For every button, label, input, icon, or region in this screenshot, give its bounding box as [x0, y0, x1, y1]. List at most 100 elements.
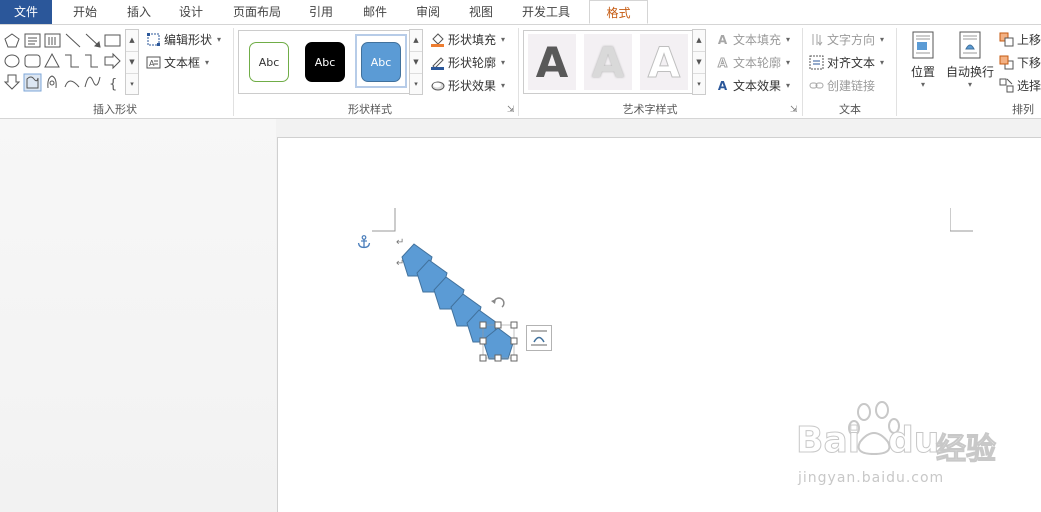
- text-box-button[interactable]: A 文本框 ▾: [146, 54, 209, 71]
- gallery-up-icon[interactable]: ▲: [126, 30, 138, 52]
- gallery-down-icon[interactable]: ▼: [126, 52, 138, 74]
- tab-review[interactable]: 审阅: [405, 0, 451, 24]
- wordart-style-dark[interactable]: A: [528, 34, 576, 90]
- text-effects-button[interactable]: A 文本效果 ▾: [715, 77, 790, 94]
- gallery-down-icon[interactable]: ▼: [410, 52, 422, 74]
- pentagon-shape-icon: [4, 33, 20, 48]
- resize-handle[interactable]: [510, 337, 518, 345]
- group-label-shape-styles: 形状样式: [348, 103, 392, 116]
- wordart-style-outline[interactable]: A: [640, 34, 688, 90]
- wrap-text-icon: [959, 31, 981, 59]
- dialog-launcher-icon[interactable]: ⇲: [790, 105, 798, 115]
- scribble-shape-icon: [84, 76, 101, 88]
- tab-mailings[interactable]: 邮件: [352, 0, 398, 24]
- resize-handle[interactable]: [510, 321, 518, 329]
- shape-effects-button[interactable]: 形状效果 ▾: [430, 77, 505, 94]
- rotate-handle-icon[interactable]: [491, 297, 505, 308]
- group-label-wordart-styles: 艺术字样式: [622, 103, 678, 116]
- text-direction-label: 文字方向: [827, 33, 876, 47]
- wordart-gallery-scroll[interactable]: ▲ ▼ ▾: [692, 29, 706, 95]
- send-backward-icon: [999, 55, 1014, 70]
- chevron-down-icon: ▾: [786, 81, 791, 90]
- tab-home[interactable]: 开始: [62, 0, 108, 24]
- tab-design[interactable]: 设计: [168, 0, 214, 24]
- tab-file[interactable]: 文件: [0, 0, 52, 24]
- shape-gallery: {: [3, 31, 123, 95]
- text-box-icon: A: [146, 55, 161, 70]
- chevron-down-icon: ▾: [920, 80, 925, 89]
- chevron-down-icon: ▾: [786, 58, 791, 67]
- shape-outline-label: 形状轮廓: [448, 56, 497, 70]
- tab-page-layout[interactable]: 页面布局: [225, 0, 289, 24]
- tab-insert[interactable]: 插入: [116, 0, 162, 24]
- style-swatch-blue[interactable]: Abc: [361, 42, 401, 82]
- resize-handle[interactable]: [479, 354, 487, 362]
- wordart-style-light[interactable]: A: [584, 34, 632, 90]
- style-gallery-scroll[interactable]: ▲ ▼ ▾: [409, 29, 423, 95]
- bring-forward-label: 上移: [1017, 33, 1041, 47]
- elbow-arrow-shape-icon: [85, 54, 98, 68]
- style-swatch-black[interactable]: Abc: [305, 42, 345, 82]
- ribbon-tab-bar: 文件 开始 插入 设计 页面布局 引用 邮件 审阅 视图 开发工具 格式: [0, 0, 1041, 25]
- style-swatch-outline[interactable]: Abc: [249, 42, 289, 82]
- oval-shape-icon: [4, 54, 20, 68]
- tab-format[interactable]: 格式: [589, 0, 648, 24]
- chevron-down-icon: ▾: [501, 81, 506, 90]
- watermark-url: jingyan.baidu.com: [798, 470, 945, 486]
- bring-forward-button[interactable]: 上移: [999, 31, 1041, 48]
- text-direction-button[interactable]: 文字方向 ▾: [809, 31, 884, 48]
- wrap-text-button[interactable]: 自动换行 ▾: [944, 31, 996, 97]
- gallery-down-icon[interactable]: ▼: [693, 52, 705, 74]
- resize-handle[interactable]: [494, 321, 502, 329]
- chevron-down-icon: ▾: [880, 35, 885, 44]
- chevron-down-icon: ▾: [217, 35, 222, 44]
- chevron-down-icon: ▾: [880, 58, 885, 67]
- group-divider: [518, 28, 519, 116]
- group-divider: [802, 28, 803, 116]
- watermark-brand-left: Bai: [795, 420, 861, 462]
- edit-shape-label: 编辑形状: [164, 33, 213, 47]
- edit-shape-icon: [146, 32, 161, 47]
- tab-developer[interactable]: 开发工具: [513, 0, 579, 24]
- brace-shape-icon: {: [109, 77, 117, 92]
- gallery-more-icon[interactable]: ▾: [410, 74, 422, 95]
- create-link-button[interactable]: 创建链接: [809, 77, 875, 94]
- send-backward-label: 下移: [1017, 56, 1041, 70]
- shape-gallery-scroll[interactable]: ▲ ▼ ▾: [125, 29, 139, 95]
- resize-handle[interactable]: [479, 337, 487, 345]
- position-button[interactable]: 位置 ▾: [906, 31, 940, 97]
- selection-pane-icon: [999, 78, 1014, 93]
- edit-shape-button[interactable]: 编辑形状 ▾: [146, 31, 221, 48]
- position-label: 位置: [910, 65, 935, 79]
- text-outline-button[interactable]: A 文本轮廓 ▾: [715, 54, 790, 71]
- shape-outline-button[interactable]: 形状轮廓 ▾: [430, 54, 505, 71]
- group-divider: [233, 28, 234, 116]
- pen-icon: [430, 55, 445, 70]
- selection-pane-button[interactable]: 选择: [999, 77, 1041, 94]
- layout-options-button[interactable]: [526, 325, 552, 351]
- chevron-down-icon: ▾: [205, 58, 210, 67]
- gallery-more-icon[interactable]: ▾: [126, 74, 138, 95]
- text-fill-label: 文本填充: [733, 33, 782, 47]
- anchor-icon: [357, 235, 371, 249]
- gallery-up-icon[interactable]: ▲: [410, 30, 422, 52]
- align-text-button[interactable]: 对齐文本 ▾: [809, 54, 884, 71]
- send-backward-button[interactable]: 下移: [999, 54, 1041, 71]
- shape-fill-button[interactable]: 形状填充 ▾: [430, 31, 505, 48]
- selection-pane-label: 选择: [1017, 79, 1041, 93]
- resize-handle[interactable]: [510, 354, 518, 362]
- triangle-shape-icon: [44, 52, 60, 68]
- resize-handle[interactable]: [494, 354, 502, 362]
- gallery-more-icon[interactable]: ▾: [693, 74, 705, 95]
- text-fill-button[interactable]: A 文本填充 ▾: [715, 31, 790, 48]
- dialog-launcher-icon[interactable]: ⇲: [507, 105, 515, 115]
- tab-view[interactable]: 视图: [458, 0, 504, 24]
- watermark-brand-cn: 经验: [936, 432, 997, 468]
- shape-fill-label: 形状填充: [448, 33, 497, 47]
- gallery-up-icon[interactable]: ▲: [693, 30, 705, 52]
- tab-references[interactable]: 引用: [298, 0, 344, 24]
- resize-handle[interactable]: [479, 321, 487, 329]
- text-effects-label: 文本效果: [733, 79, 782, 93]
- shape-effects-label: 形状效果: [448, 79, 497, 93]
- chevron-down-icon: ▾: [501, 35, 506, 44]
